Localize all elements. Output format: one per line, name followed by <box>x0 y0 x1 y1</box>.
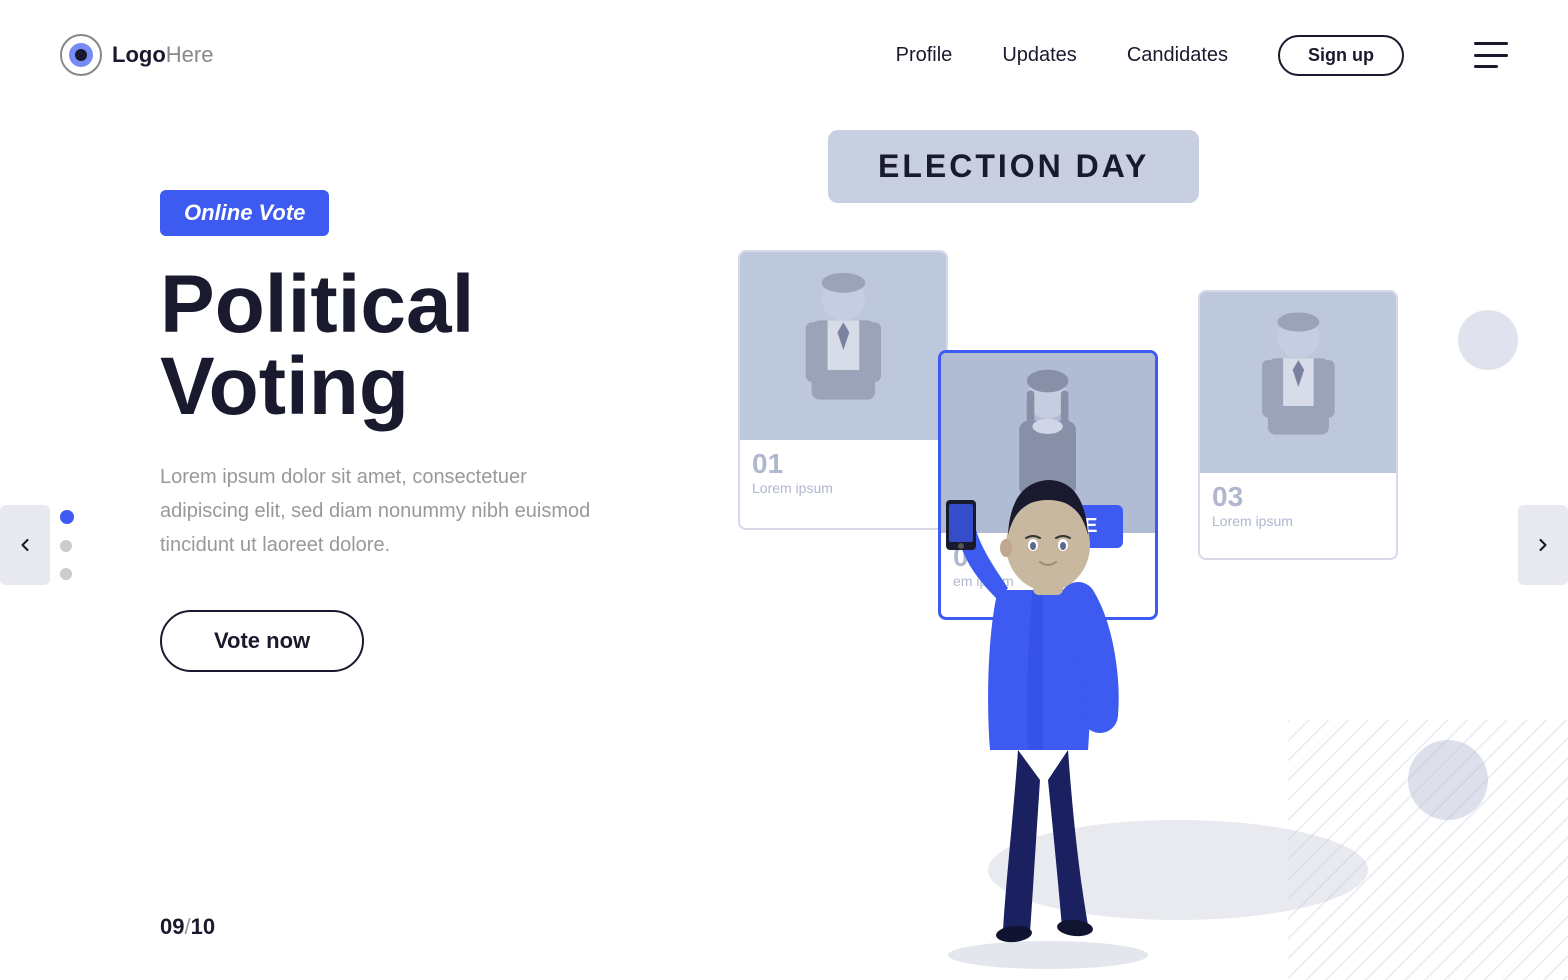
right-arrow-icon <box>1533 535 1553 555</box>
right-illustration: ELECTION DAY <box>708 110 1568 980</box>
card-label-3: Lorem ipsum <box>1212 513 1384 529</box>
card-info-3: 03 Lorem ipsum <box>1200 473 1396 537</box>
candidate-photo-3 <box>1200 292 1396 473</box>
main-nav: Profile Updates Candidates Sign up <box>896 35 1508 76</box>
nav-updates[interactable]: Updates <box>1002 44 1077 67</box>
nav-profile[interactable]: Profile <box>896 44 953 67</box>
hero-description: Lorem ipsum dolor sit amet, consectetuer… <box>160 460 620 562</box>
main-person <box>878 370 1218 970</box>
election-banner-text: ELECTION DAY <box>878 148 1149 184</box>
main-content: Online Vote Political Voting Lorem ipsum… <box>0 110 1568 980</box>
candidate-person-3 <box>1220 301 1377 473</box>
left-arrow-icon <box>15 535 35 555</box>
next-arrow[interactable] <box>1518 505 1568 585</box>
hero-badge: Online Vote <box>160 190 329 236</box>
vote-now-button[interactable]: Vote now <box>160 610 364 672</box>
nav-dot-3[interactable] <box>60 568 72 580</box>
main-person-svg <box>878 370 1218 970</box>
prev-arrow[interactable] <box>0 505 50 585</box>
hero-title: Political Voting <box>160 264 680 428</box>
candidate-card-3: 03 Lorem ipsum <box>1198 290 1398 560</box>
logo[interactable]: LogoHere <box>60 34 213 76</box>
card-number-3: 03 <box>1212 481 1384 513</box>
election-banner: ELECTION DAY <box>828 130 1199 203</box>
nav-dot-1[interactable] <box>60 510 74 524</box>
hamburger-menu-icon[interactable] <box>1474 42 1508 68</box>
nav-dot-2[interactable] <box>60 540 72 552</box>
badge-text: Online Vote <box>184 200 305 225</box>
hero-left: Online Vote Political Voting Lorem ipsum… <box>160 190 680 672</box>
logo-icon <box>60 34 102 76</box>
nav-dots <box>60 510 74 580</box>
nav-candidates[interactable]: Candidates <box>1127 44 1228 67</box>
signup-button[interactable]: Sign up <box>1278 35 1404 76</box>
logo-text: LogoHere <box>112 42 213 68</box>
page-number: 09/10 <box>160 914 215 940</box>
